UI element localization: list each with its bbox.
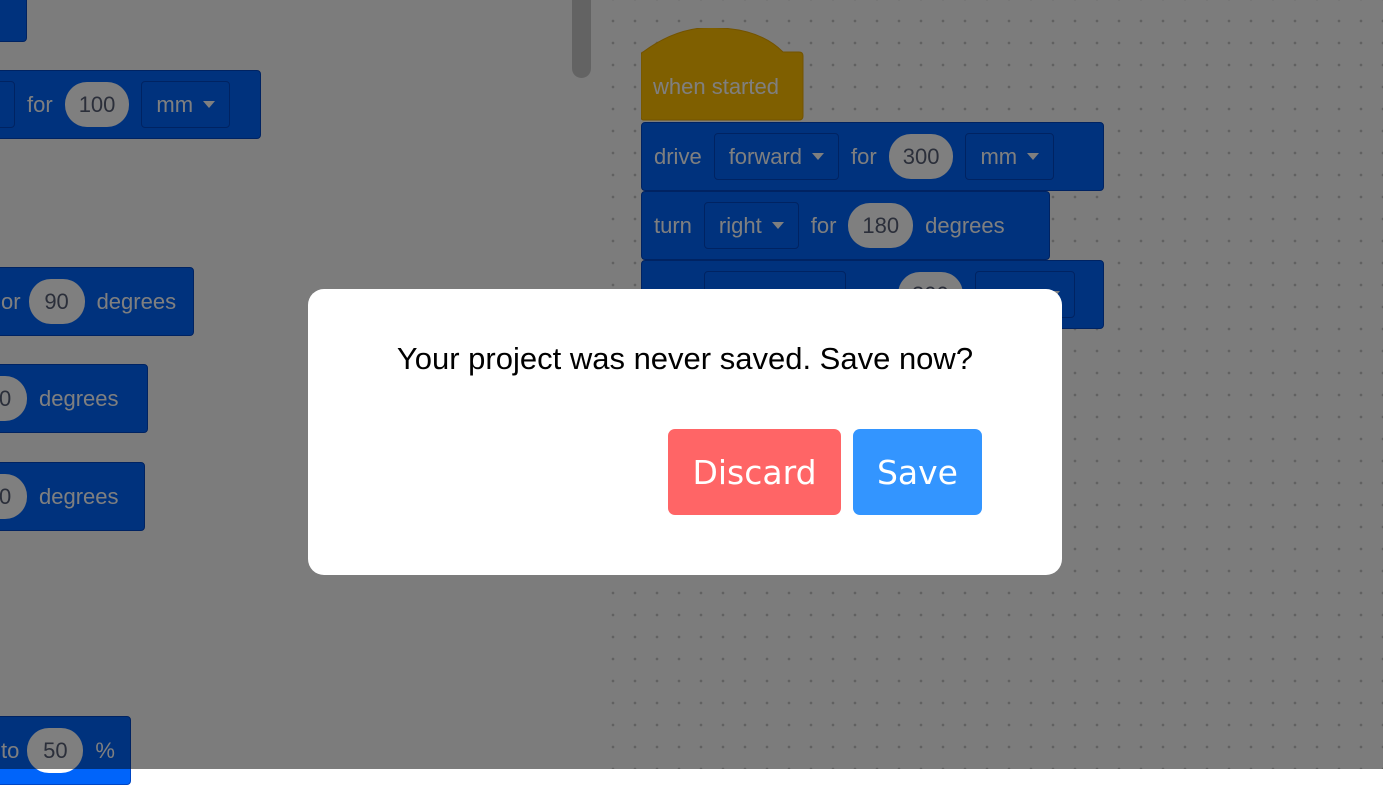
discard-button[interactable]: Discard: [668, 429, 841, 515]
dialog-message: Your project was never saved. Save now?: [396, 341, 974, 376]
save-button[interactable]: Save: [853, 429, 982, 515]
save-prompt-dialog: Your project was never saved. Save now? …: [308, 289, 1062, 575]
